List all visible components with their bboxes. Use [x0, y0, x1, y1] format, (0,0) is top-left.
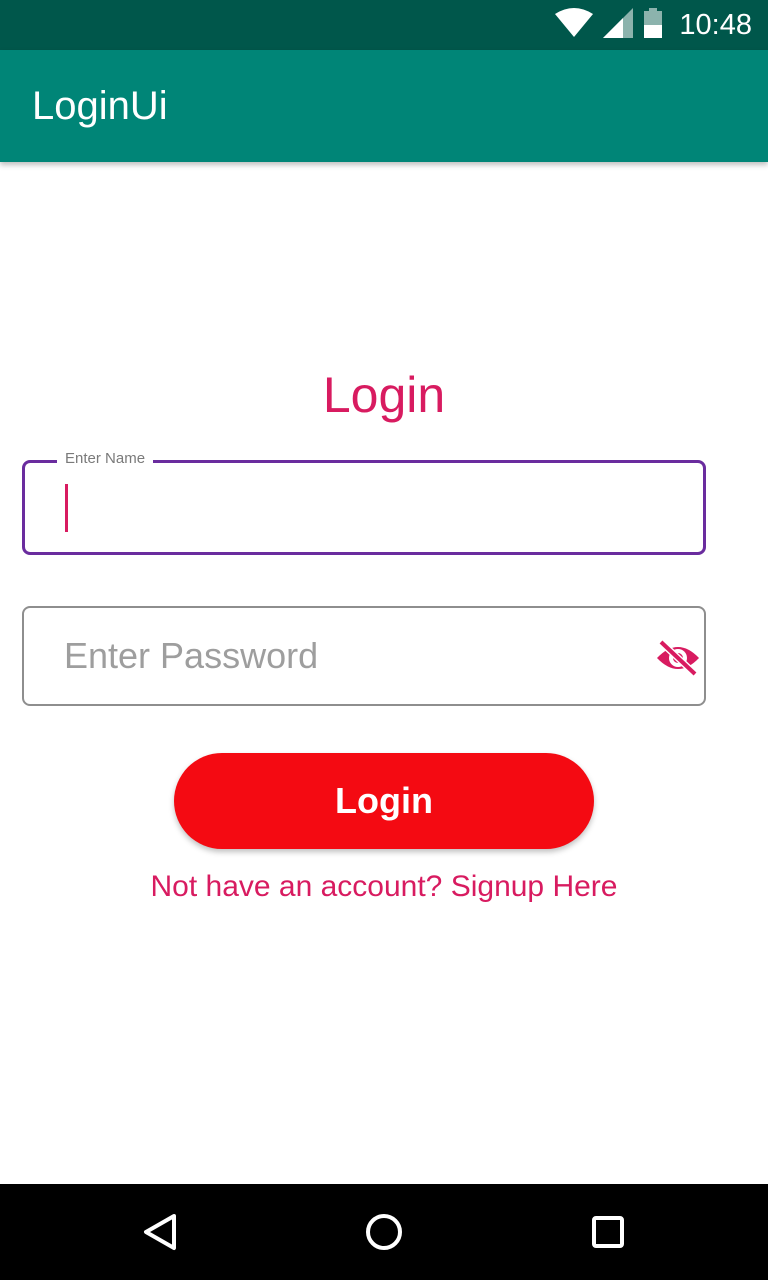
password-placeholder: Enter Password — [64, 635, 319, 676]
app-bar: LoginUi — [0, 50, 768, 162]
name-input[interactable]: Enter Name — [22, 450, 706, 555]
battery-icon — [643, 7, 663, 43]
app-title: LoginUi — [32, 84, 168, 128]
text-cursor — [65, 484, 68, 532]
eye-off-icon[interactable] — [654, 634, 702, 682]
status-bar: 10:48 — [0, 0, 768, 50]
home-icon[interactable] — [354, 1202, 414, 1262]
wifi-icon — [555, 7, 594, 43]
login-heading: Login — [322, 367, 446, 423]
status-time: 10:48 — [679, 8, 752, 41]
login-button[interactable]: Login — [174, 753, 594, 849]
signup-link[interactable]: Not have an account? Signup Here — [0, 870, 768, 904]
back-icon[interactable] — [130, 1202, 190, 1262]
signal-icon — [603, 7, 634, 43]
status-icons: 10:48 — [555, 0, 752, 50]
recents-icon[interactable] — [578, 1202, 638, 1262]
navigation-bar — [0, 1184, 768, 1280]
name-field-label: Enter Name — [57, 450, 154, 467]
password-input[interactable]: Enter Password — [22, 606, 706, 706]
